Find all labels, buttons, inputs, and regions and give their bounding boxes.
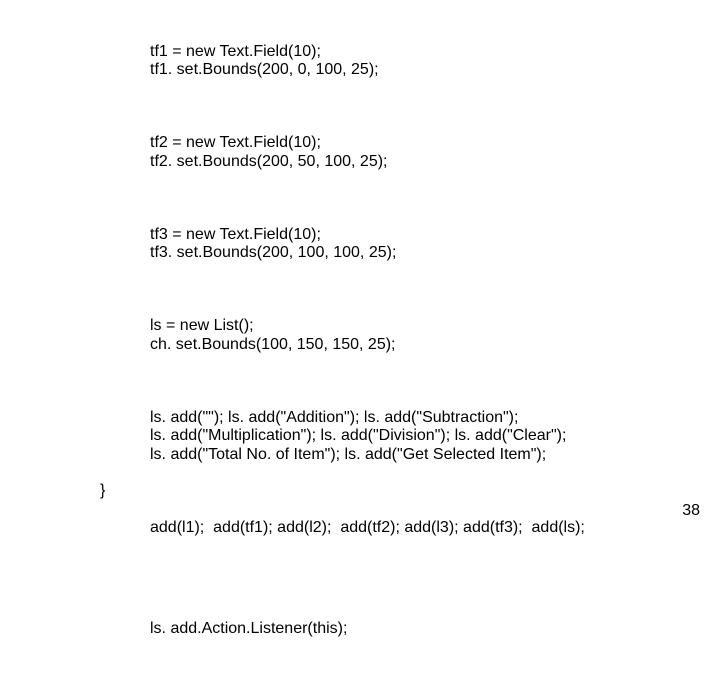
code-line: tf2 = new Text.Field(10);: [150, 134, 321, 151]
code-line: add(l1); add(tf1); add(l2); add(tf2); ad…: [150, 519, 585, 536]
code-para-7: ls. add.Action.Listener(this);: [150, 620, 650, 638]
code-para-5: ls. add(""); ls. add("Addition"); ls. ad…: [150, 409, 650, 464]
code-line: tf3. set.Bounds(200, 100, 100, 25);: [150, 244, 396, 261]
code-line: ls. add.Action.Listener(this);: [150, 620, 347, 637]
code-para-1: tf1 = new Text.Field(10); tf1. set.Bound…: [150, 43, 650, 80]
code-para-6: add(l1); add(tf1); add(l2); add(tf2); ad…: [150, 519, 650, 537]
code-line: ls = new List();: [150, 317, 254, 334]
code-line: ls. add("Multiplication"); ls. add("Divi…: [150, 427, 566, 444]
code-line: tf3 = new Text.Field(10);: [150, 226, 321, 243]
code-line: ch. set.Bounds(100, 150, 150, 25);: [150, 336, 396, 353]
page-number: 38: [682, 502, 700, 520]
code-line: ls. add("Total No. of Item"); ls. add("G…: [150, 446, 546, 463]
code-para-4: ls = new List(); ch. set.Bounds(100, 150…: [150, 317, 650, 354]
code-para-2: tf2 = new Text.Field(10); tf2. set.Bound…: [150, 134, 650, 171]
closing-brace: }: [100, 482, 105, 500]
slide: tf1 = new Text.Field(10); tf1. set.Bound…: [0, 0, 720, 540]
code-block: tf1 = new Text.Field(10); tf1. set.Bound…: [150, 6, 650, 693]
code-line: ls. add(""); ls. add("Addition"); ls. ad…: [150, 409, 518, 426]
code-line: tf1 = new Text.Field(10);: [150, 43, 321, 60]
code-line: tf2. set.Bounds(200, 50, 100, 25);: [150, 153, 388, 170]
code-para-3: tf3 = new Text.Field(10); tf3. set.Bound…: [150, 226, 650, 263]
code-line: tf1. set.Bounds(200, 0, 100, 25);: [150, 61, 379, 78]
